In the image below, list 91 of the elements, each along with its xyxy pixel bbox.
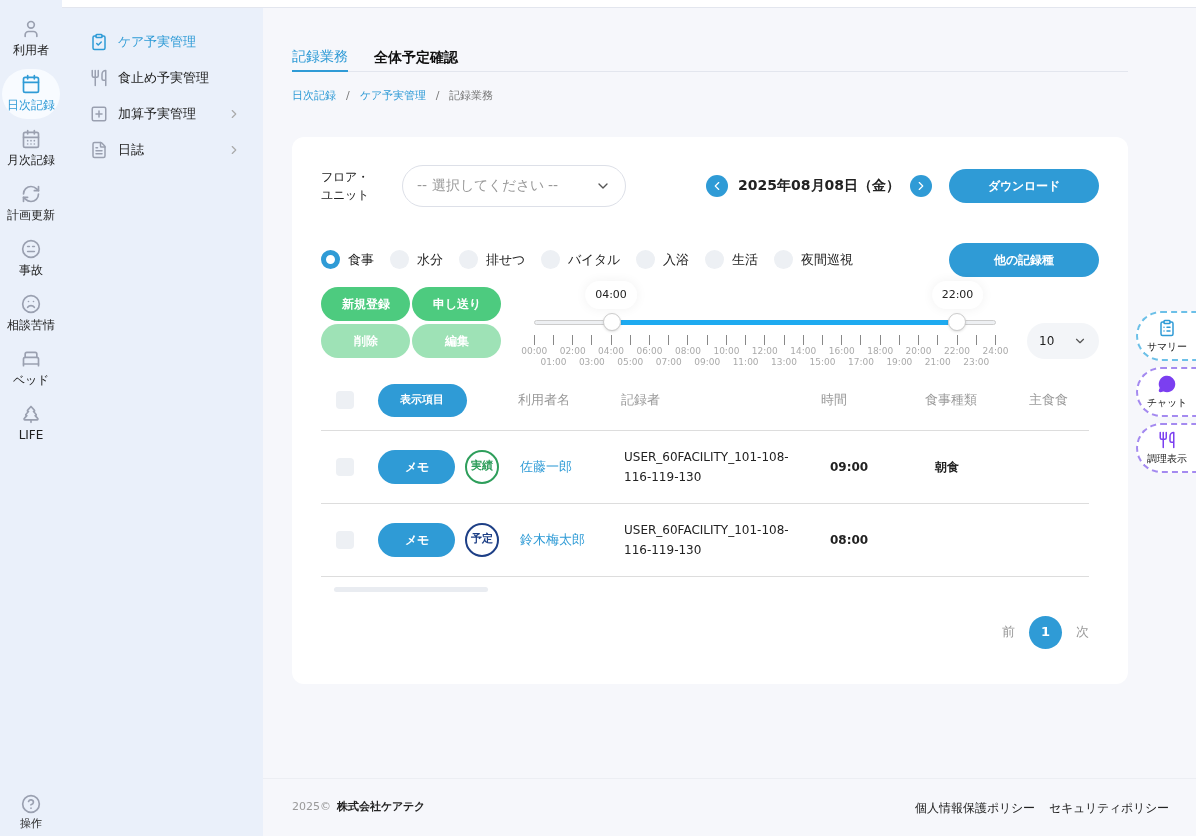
rail-item[interactable]: ベッド — [2, 344, 60, 394]
breadcrumb-current: 記録業務 — [449, 88, 494, 104]
record-type-radio[interactable]: 排せつ — [459, 249, 525, 270]
next-date-button[interactable] — [910, 174, 932, 197]
copyright-year: 2025© — [292, 799, 331, 816]
previous-date-button[interactable] — [706, 174, 729, 197]
tick-label: 21:00 — [924, 356, 951, 367]
slider-value-label: 22:00 — [931, 280, 984, 309]
table-cell-text: USER_60FACILITY_101-108-116-119-130 — [624, 448, 790, 486]
record-type-radio[interactable]: バイタル — [541, 249, 620, 270]
floating-button[interactable]: 調理表示 — [1136, 423, 1196, 473]
slider-value-label: 04:00 — [585, 280, 637, 309]
tab[interactable]: 全体予定確認 — [374, 42, 458, 72]
record-type-radio[interactable]: 入浴 — [636, 249, 689, 270]
table-cell-text: 朝食 — [934, 458, 960, 476]
submenu-item[interactable]: 食止め予実管理 — [90, 60, 241, 96]
rail-item[interactable]: 相談苦情 — [2, 289, 60, 339]
column-header: 食事種類 — [925, 391, 979, 410]
column-header: 主食食 — [1029, 391, 1070, 410]
breadcrumb-separator: / — [346, 88, 350, 104]
tick-label: 17:00 — [847, 356, 874, 367]
record-type-radio[interactable]: 食事 — [321, 249, 374, 270]
record-type-radio[interactable]: 夜間巡視 — [774, 249, 853, 270]
column-header: 記録者 — [621, 391, 662, 410]
tick-label: 00:00 — [521, 345, 548, 356]
slider-thumb[interactable] — [947, 312, 966, 331]
tick-label: 14:00 — [790, 345, 817, 356]
tick-label: 03:00 — [578, 356, 605, 367]
tick-label: 24:00 — [982, 345, 1009, 356]
table-cell-text: 08:00 — [829, 531, 870, 549]
floating-button[interactable]: サマリー — [1136, 311, 1196, 361]
tick-label: 02:00 — [559, 345, 586, 356]
tick-label: 18:00 — [867, 345, 894, 356]
column-header: 時間 — [820, 391, 848, 410]
date-label: 2025年08月08日（金） — [738, 176, 900, 195]
table-cell-text: 09:00 — [829, 458, 870, 476]
submenu-item[interactable]: 日誌 — [90, 132, 241, 168]
tick-label: 15:00 — [809, 356, 836, 367]
tick-label: 07:00 — [655, 356, 682, 367]
tick-label: 13:00 — [771, 356, 797, 367]
rail-item[interactable]: 利用者 — [2, 14, 60, 64]
status-badge: 実績 — [465, 449, 499, 484]
tick-label: 06:00 — [636, 345, 663, 356]
tick-label: 11:00 — [732, 356, 759, 367]
calendar-icon — [21, 129, 41, 149]
document-icon — [90, 141, 108, 159]
face-icon — [21, 239, 41, 259]
rail-item[interactable]: 操作 — [20, 793, 42, 832]
rail-item[interactable]: LIFE — [2, 399, 60, 449]
chat-icon — [1158, 374, 1176, 393]
floating-button[interactable]: チャット — [1136, 367, 1196, 417]
tick-label: 23:00 — [963, 356, 990, 367]
checklist-icon — [90, 33, 108, 51]
rail-item[interactable]: 月次記録 — [2, 124, 60, 174]
tick-label: 08:00 — [675, 345, 701, 356]
tick-label: 01:00 — [540, 356, 567, 367]
person-icon — [21, 19, 41, 39]
refresh-icon — [21, 184, 41, 204]
calendar-icon — [21, 74, 41, 94]
floor-label: フロア・ユニット — [321, 168, 370, 204]
slider-thumb[interactable] — [602, 312, 621, 331]
record-type-radio[interactable]: 生活 — [705, 249, 758, 270]
tick-label: 16:00 — [828, 345, 855, 356]
plus-icon — [90, 105, 108, 123]
policy-link[interactable]: 個人情報保護ポリシー — [915, 798, 1035, 817]
tick-label: 19:00 — [886, 356, 913, 367]
rail-item[interactable]: 事故 — [2, 234, 60, 284]
tick-label: 20:00 — [905, 345, 932, 356]
tick-label: 12:00 — [751, 345, 778, 356]
column-header: 利用者名 — [517, 391, 571, 410]
breadcrumb-separator: / — [435, 88, 440, 104]
tree-icon — [21, 404, 41, 424]
sad-face-icon — [21, 294, 41, 314]
bed-icon — [21, 349, 41, 369]
company-name: 株式会社ケアテク — [337, 799, 425, 816]
utensils-icon — [1158, 430, 1176, 449]
submenu-item[interactable]: 加算予実管理 — [90, 96, 241, 132]
tick-label: 10:00 — [713, 345, 740, 356]
help-icon — [21, 793, 41, 814]
clipboard-icon — [1158, 318, 1176, 337]
policy-link[interactable]: セキュリティポリシー — [1049, 798, 1169, 817]
tick-label: 09:00 — [694, 356, 721, 367]
tick-label: 22:00 — [944, 345, 970, 356]
tick-label: 05:00 — [617, 356, 644, 367]
table-cell-text: USER_60FACILITY_101-108-116-119-130 — [624, 521, 790, 559]
page-size-select[interactable]: 10 — [1027, 322, 1099, 359]
rail-item[interactable]: 計画更新 — [2, 179, 60, 229]
status-badge: 予定 — [465, 522, 499, 557]
utensils-icon — [90, 69, 108, 87]
record-type-radio[interactable]: 水分 — [390, 249, 443, 270]
tick-label: 04:00 — [598, 345, 625, 356]
